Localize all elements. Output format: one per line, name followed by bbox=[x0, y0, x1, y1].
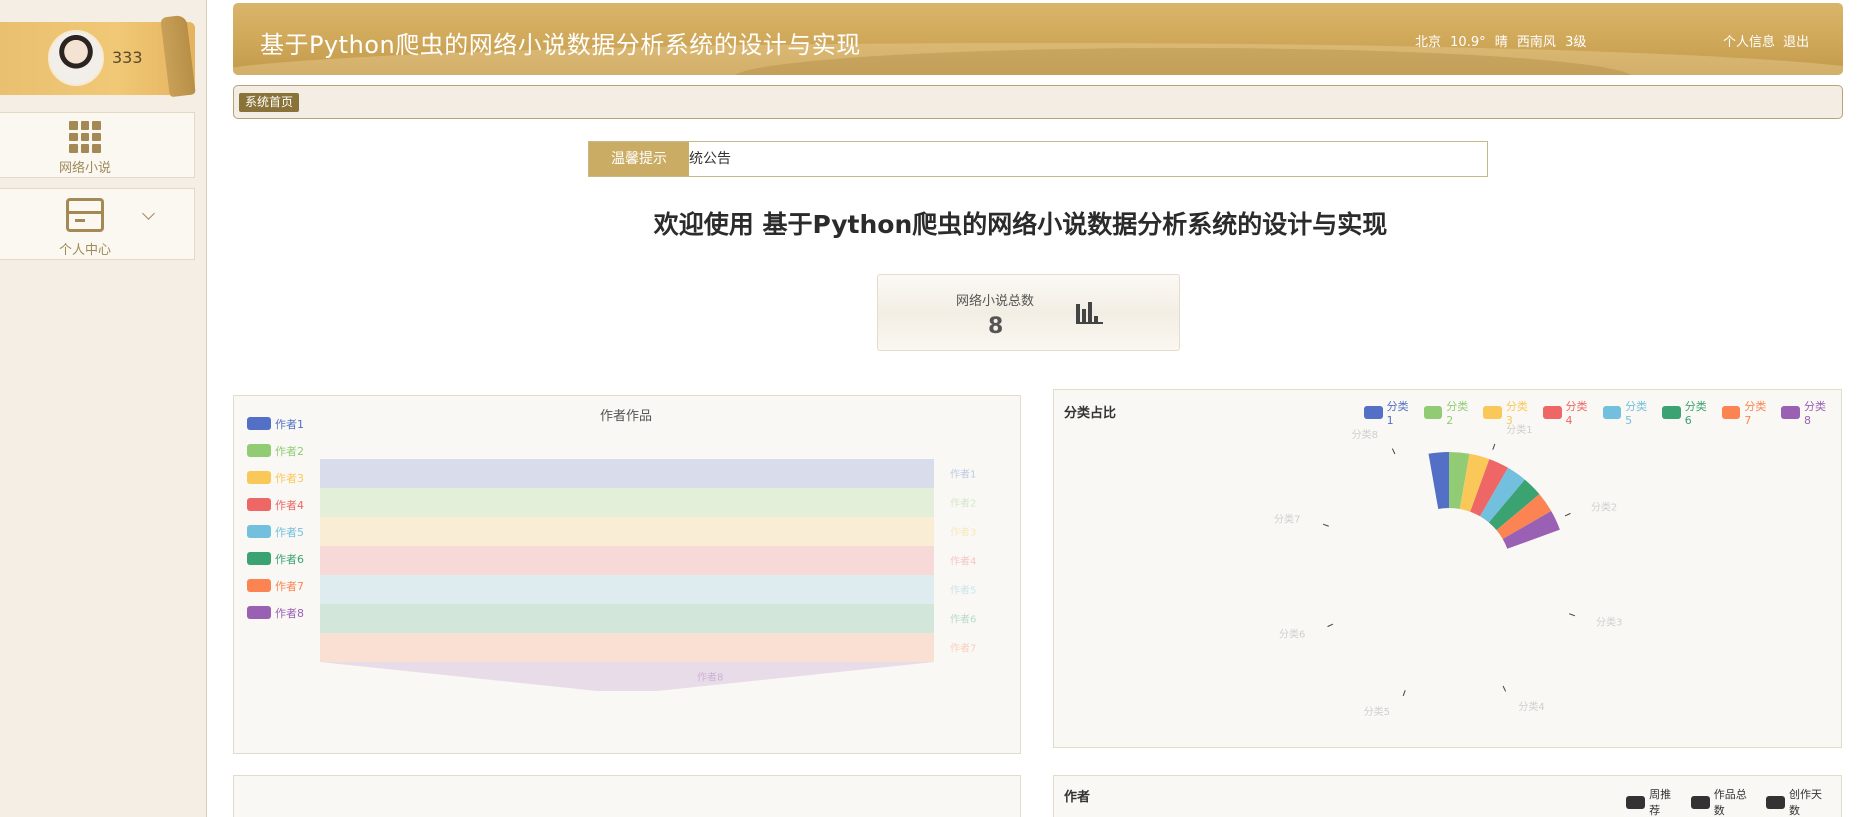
label-tick bbox=[1402, 690, 1406, 697]
legend: 周推荐 作品总数 创作天数 bbox=[1626, 786, 1841, 817]
rose-label: 分类1 bbox=[1506, 423, 1532, 436]
panel-author-works: 作者作品 作者1 作者2 作者3 作者4 作者5 作者6 作者7 作者8 作者1 作者2 作者3 作… bbox=[233, 395, 1021, 754]
logout-link[interactable]: 退出 bbox=[1783, 35, 1809, 50]
breadcrumb-home[interactable]: 系统首页 bbox=[239, 93, 300, 112]
weather-wind: 西南风 bbox=[1516, 35, 1556, 50]
funnel-label: 作者4 bbox=[950, 556, 976, 568]
sidebar-item-novels[interactable]: 网络小说 bbox=[0, 112, 195, 178]
funnel-label: 作者1 bbox=[950, 469, 976, 481]
legend-label: 作品总数 bbox=[1713, 788, 1747, 817]
label-tick bbox=[1569, 613, 1576, 617]
breadcrumb: 系统首页 bbox=[233, 85, 1843, 119]
grid-icon bbox=[69, 121, 101, 153]
rose-label: 分类6 bbox=[1279, 627, 1305, 640]
stat-value: 8 bbox=[988, 314, 1004, 339]
funnel-segment[interactable] bbox=[320, 662, 934, 691]
legend-label: 周推荐 bbox=[1649, 788, 1672, 817]
sidebar-item-label: 网络小说 bbox=[58, 161, 111, 176]
label-tick bbox=[1492, 443, 1496, 450]
rose-label: 分类4 bbox=[1518, 700, 1544, 713]
notice-bar: 温馨提示 统公告 bbox=[588, 141, 1488, 177]
stat-card-novel-count: 网络小说总数 8 bbox=[877, 274, 1180, 351]
welcome-heading: 欢迎使用 基于Python爬虫的网络小说数据分析系统的设计与实现 bbox=[653, 210, 1388, 239]
rose-label: 分类2 bbox=[1591, 501, 1617, 514]
funnel-label: 作者8 bbox=[697, 672, 723, 684]
label-tick bbox=[1327, 623, 1334, 628]
label-tick bbox=[1564, 512, 1571, 517]
sidebar-item-label: 个人中心 bbox=[58, 243, 111, 258]
stat-label: 网络小说总数 bbox=[956, 294, 1035, 309]
funnel-segment[interactable] bbox=[320, 546, 934, 575]
funnel-segment[interactable] bbox=[320, 488, 934, 517]
sidebar: 333 网络小说 个人中心 bbox=[0, 0, 207, 817]
legend-swatch bbox=[1626, 795, 1646, 809]
panel-author: 作者 周推荐 作品总数 创作天数 bbox=[1053, 775, 1842, 817]
weather-condition: 晴 bbox=[1494, 35, 1508, 50]
weather-info: 北京 10.9° 晴 西南风 3级 bbox=[1415, 31, 1591, 50]
label-tick bbox=[1391, 448, 1396, 455]
scroll-decoration bbox=[160, 14, 196, 98]
panel-bottom-left bbox=[233, 775, 1021, 817]
legend-swatch bbox=[1690, 795, 1710, 809]
funnel-label: 作者7 bbox=[950, 643, 976, 655]
username: 333 bbox=[112, 48, 143, 67]
rose-chart: 分类1 分类2 分类3 分类4 分类5 分类6 分类7 分类8 bbox=[1274, 423, 1622, 718]
funnel-segment[interactable] bbox=[320, 517, 934, 546]
funnel-label: 作者5 bbox=[950, 585, 976, 597]
funnel-label: 作者3 bbox=[950, 527, 976, 539]
weather-level: 3级 bbox=[1565, 35, 1587, 50]
user-card[interactable]: 333 bbox=[0, 14, 196, 98]
legend-item[interactable]: 周推荐 bbox=[1626, 786, 1681, 817]
legend-label: 创作天数 bbox=[1788, 788, 1822, 817]
funnel-label: 作者6 bbox=[950, 614, 976, 626]
weather-temp: 10.9° bbox=[1450, 35, 1486, 50]
top-header: 基于Python爬虫的网络小说数据分析系统的设计与实现 北京 10.9° 晴 西… bbox=[233, 3, 1843, 75]
avatar[interactable] bbox=[48, 30, 104, 86]
rose-label: 分类7 bbox=[1274, 513, 1300, 526]
app-title: 基于Python爬虫的网络小说数据分析系统的设计与实现 bbox=[260, 31, 861, 59]
label-tick bbox=[1322, 523, 1329, 527]
funnel-segment[interactable] bbox=[320, 633, 934, 662]
rose-wedge[interactable] bbox=[1428, 452, 1449, 509]
legend-item[interactable]: 创作天数 bbox=[1765, 786, 1831, 817]
funnel-segment[interactable] bbox=[320, 604, 934, 633]
funnel-label: 作者2 bbox=[950, 498, 976, 510]
bar-chart-icon bbox=[1076, 300, 1104, 324]
legend-swatch bbox=[1765, 795, 1785, 809]
notice-label: 温馨提示 bbox=[589, 142, 689, 176]
panel-title: 作者 bbox=[1064, 790, 1091, 805]
funnel-segment[interactable] bbox=[320, 459, 934, 488]
rose-label: 分类8 bbox=[1352, 428, 1378, 441]
weather-city: 北京 bbox=[1415, 35, 1442, 50]
funnel-chart: 作者1 作者2 作者3 作者4 作者5 作者6 作者7 作者8 bbox=[320, 459, 976, 691]
label-tick bbox=[1502, 685, 1507, 692]
rose-label: 分类5 bbox=[1364, 705, 1390, 718]
notice-text: 统公告 bbox=[689, 151, 731, 167]
profile-link[interactable]: 个人信息 bbox=[1723, 35, 1775, 50]
header-links: 个人信息 退出 bbox=[1723, 31, 1813, 50]
panel-category-ratio: 分类占比 分类1 分类2 分类3 分类4 分类5 分类6 分类7 分类8 分类1 分类2 分类3 分… bbox=[1053, 389, 1842, 748]
rose-label: 分类3 bbox=[1596, 615, 1622, 628]
legend-item[interactable]: 作品总数 bbox=[1690, 786, 1756, 817]
funnel-segment[interactable] bbox=[320, 575, 934, 604]
